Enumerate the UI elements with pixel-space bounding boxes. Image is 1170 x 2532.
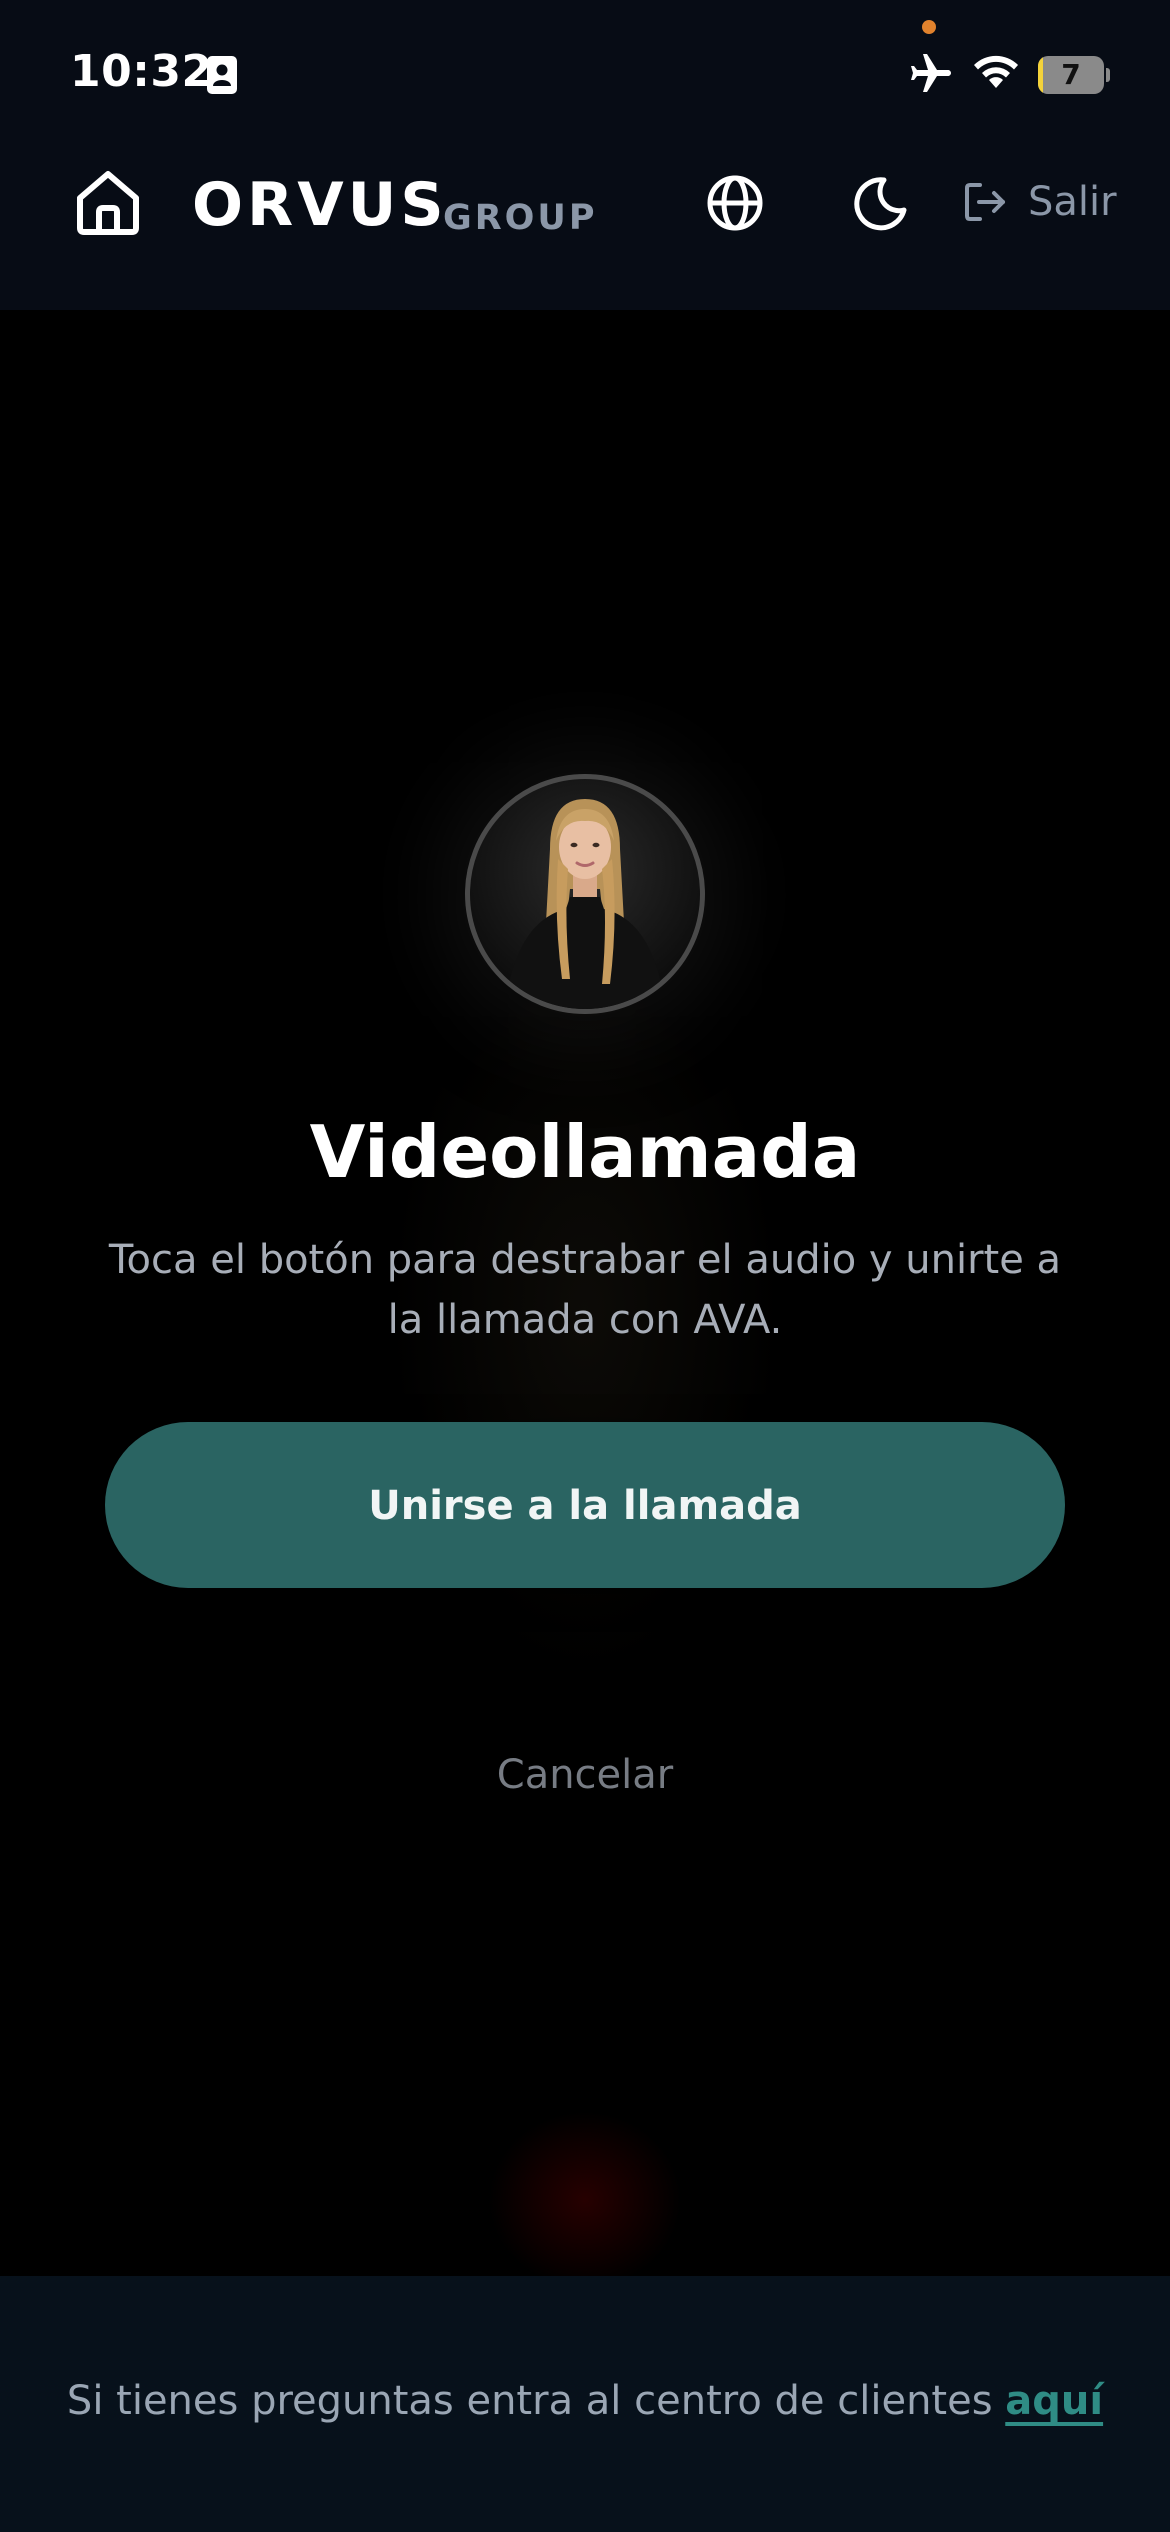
status-time: 10:32: [70, 46, 213, 97]
brand-name: ORVUS: [192, 170, 448, 240]
customer-center-link[interactable]: aquí: [1005, 2378, 1103, 2424]
airplane-icon: [907, 50, 955, 98]
home-icon: [77, 171, 139, 235]
moon-icon: [854, 177, 907, 231]
video-call-overlay: Videollamada Toca el botón para destraba…: [0, 310, 1170, 2276]
logout-label: Salir: [1028, 179, 1117, 225]
contact-card-icon: [206, 55, 238, 95]
battery-icon: 7: [1038, 56, 1110, 94]
join-call-button[interactable]: Unirse a la llamada: [105, 1422, 1065, 1588]
logout-icon: [965, 183, 1005, 221]
wifi-icon: [970, 52, 1022, 92]
footer-help-text: Si tienes preguntas entra al centro de c…: [0, 2378, 1170, 2424]
footer: Si tienes preguntas entra al centro de c…: [0, 2276, 1170, 2532]
logout-button[interactable]: Salir: [960, 172, 1117, 232]
recording-indicator-dot: [922, 20, 936, 34]
theme-toggle-button[interactable]: [846, 168, 916, 238]
brand-suffix: GROUP: [443, 198, 598, 238]
call-description: Toca el botón para destrabar el audio y …: [108, 1237, 1062, 1343]
cancel-button[interactable]: Cancelar: [385, 1740, 785, 1810]
language-button[interactable]: [700, 168, 770, 238]
agent-avatar: [465, 774, 705, 1014]
globe-icon: [707, 175, 763, 231]
home-button[interactable]: [70, 164, 146, 240]
battery-level: 7: [1061, 58, 1081, 91]
app-header: ORVUS GROUP Salir: [0, 130, 1170, 310]
top-area: 10:32 7 ORVUS GROUP Salir: [0, 0, 1170, 310]
status-bar: 10:32 7: [0, 0, 1170, 130]
call-title: Videollamada: [309, 1110, 861, 1194]
footer-text: Si tienes preguntas entra al centro de c…: [66, 2378, 993, 2424]
